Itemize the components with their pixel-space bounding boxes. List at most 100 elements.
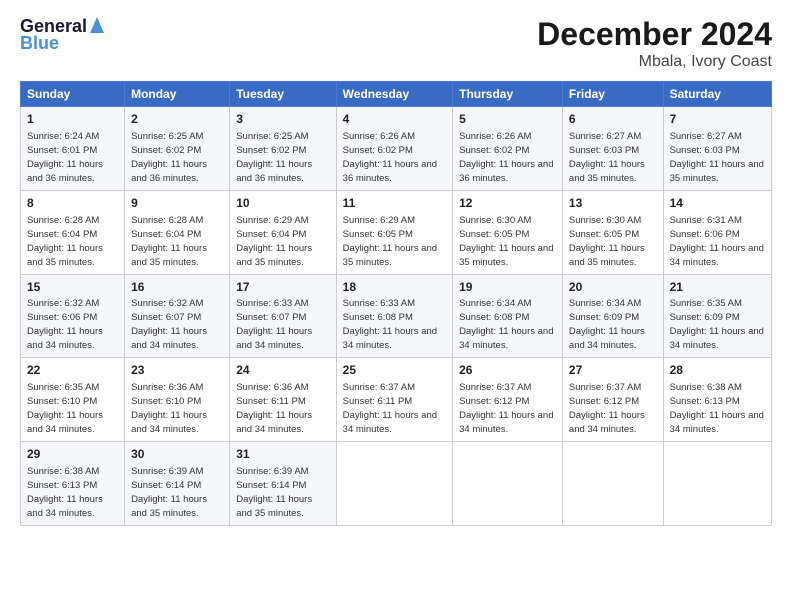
day-number: 24	[236, 362, 329, 379]
cell-content: Sunrise: 6:37 AMSunset: 6:12 PMDaylight:…	[569, 382, 645, 435]
calendar-cell: 23 Sunrise: 6:36 AMSunset: 6:10 PMDayligh…	[125, 358, 230, 442]
cell-content: Sunrise: 6:28 AMSunset: 6:04 PMDaylight:…	[131, 215, 207, 268]
col-friday: Friday	[562, 82, 663, 107]
col-sunday: Sunday	[21, 82, 125, 107]
day-number: 7	[670, 111, 765, 128]
cell-content: Sunrise: 6:25 AMSunset: 6:02 PMDaylight:…	[236, 131, 312, 184]
cell-content: Sunrise: 6:33 AMSunset: 6:07 PMDaylight:…	[236, 298, 312, 351]
calendar-cell: 20Sunrise: 6:34 AMSunset: 6:09 PMDayligh…	[562, 274, 663, 358]
day-number: 17	[236, 279, 329, 296]
calendar-cell: 31 Sunrise: 6:39 AMSunset: 6:14 PMDayligh…	[230, 442, 336, 526]
calendar-week-row: 8Sunrise: 6:28 AMSunset: 6:04 PMDaylight…	[21, 190, 772, 274]
cell-content: Sunrise: 6:31 AMSunset: 6:06 PMDaylight:…	[670, 215, 764, 268]
cell-content: Sunrise: 6:39 AMSunset: 6:14 PMDaylight:…	[131, 466, 207, 519]
calendar-cell: 22 Sunrise: 6:35 AMSunset: 6:10 PMDayligh…	[21, 358, 125, 442]
calendar-subtitle: Mbala, Ivory Coast	[537, 53, 772, 71]
calendar-cell: 10 Sunrise: 6:29 AMSunset: 6:04 PMDayligh…	[230, 190, 336, 274]
calendar-cell: 2 Sunrise: 6:25 AMSunset: 6:02 PMDaylight…	[125, 107, 230, 191]
cell-content: Sunrise: 6:36 AMSunset: 6:10 PMDaylight:…	[131, 382, 207, 435]
logo: General Blue	[20, 16, 104, 54]
cell-content: Sunrise: 6:32 AMSunset: 6:07 PMDaylight:…	[131, 298, 207, 351]
cell-content: Sunrise: 6:38 AMSunset: 6:13 PMDaylight:…	[670, 382, 764, 435]
calendar-cell: 14Sunrise: 6:31 AMSunset: 6:06 PMDayligh…	[663, 190, 771, 274]
calendar-cell: 25Sunrise: 6:37 AMSunset: 6:11 PMDayligh…	[336, 358, 452, 442]
day-number: 18	[343, 279, 446, 296]
day-number: 28	[670, 362, 765, 379]
cell-content: Sunrise: 6:35 AMSunset: 6:10 PMDaylight:…	[27, 382, 103, 435]
day-number: 15	[27, 279, 118, 296]
calendar-cell: 3 Sunrise: 6:25 AMSunset: 6:02 PMDaylight…	[230, 107, 336, 191]
cell-content: Sunrise: 6:24 AMSunset: 6:01 PMDaylight:…	[27, 131, 103, 184]
col-thursday: Thursday	[453, 82, 563, 107]
day-number: 6	[569, 111, 657, 128]
calendar-cell: 12 Sunrise: 6:30 AMSunset: 6:05 PMDayligh…	[453, 190, 563, 274]
cell-content: Sunrise: 6:26 AMSunset: 6:02 PMDaylight:…	[459, 131, 553, 184]
cell-content: Sunrise: 6:37 AMSunset: 6:12 PMDaylight:…	[459, 382, 553, 435]
day-number: 12	[459, 195, 556, 212]
logo-arrow-icon	[90, 17, 104, 38]
day-number: 11	[343, 195, 446, 212]
calendar-table: Sunday Monday Tuesday Wednesday Thursday…	[20, 81, 772, 526]
header: General Blue December 2024 Mbala, Ivory …	[20, 16, 772, 71]
cell-content: Sunrise: 6:29 AMSunset: 6:04 PMDaylight:…	[236, 215, 312, 268]
calendar-cell: 18 Sunrise: 6:33 AMSunset: 6:08 PMDayligh…	[336, 274, 452, 358]
calendar-cell: 30 Sunrise: 6:39 AMSunset: 6:14 PMDayligh…	[125, 442, 230, 526]
calendar-cell: 19Sunrise: 6:34 AMSunset: 6:08 PMDayligh…	[453, 274, 563, 358]
cell-content: Sunrise: 6:27 AMSunset: 6:03 PMDaylight:…	[670, 131, 764, 184]
cell-content: Sunrise: 6:25 AMSunset: 6:02 PMDaylight:…	[131, 131, 207, 184]
cell-content: Sunrise: 6:32 AMSunset: 6:06 PMDaylight:…	[27, 298, 103, 351]
cell-content: Sunrise: 6:34 AMSunset: 6:09 PMDaylight:…	[569, 298, 645, 351]
calendar-cell: 26Sunrise: 6:37 AMSunset: 6:12 PMDayligh…	[453, 358, 563, 442]
day-number: 31	[236, 446, 329, 463]
calendar-week-row: 1Sunrise: 6:24 AMSunset: 6:01 PMDaylight…	[21, 107, 772, 191]
day-number: 16	[131, 279, 223, 296]
cell-content: Sunrise: 6:38 AMSunset: 6:13 PMDaylight:…	[27, 466, 103, 519]
calendar-cell	[663, 442, 771, 526]
calendar-cell: 11 Sunrise: 6:29 AMSunset: 6:05 PMDayligh…	[336, 190, 452, 274]
day-number: 30	[131, 446, 223, 463]
day-number: 9	[131, 195, 223, 212]
day-number: 4	[343, 111, 446, 128]
cell-content: Sunrise: 6:36 AMSunset: 6:11 PMDaylight:…	[236, 382, 312, 435]
cell-content: Sunrise: 6:28 AMSunset: 6:04 PMDaylight:…	[27, 215, 103, 268]
day-number: 23	[131, 362, 223, 379]
day-number: 19	[459, 279, 556, 296]
col-saturday: Saturday	[663, 82, 771, 107]
cell-content: Sunrise: 6:33 AMSunset: 6:08 PMDaylight:…	[343, 298, 437, 351]
calendar-cell: 9 Sunrise: 6:28 AMSunset: 6:04 PMDaylight…	[125, 190, 230, 274]
col-monday: Monday	[125, 82, 230, 107]
page: General Blue December 2024 Mbala, Ivory …	[0, 0, 792, 612]
day-number: 22	[27, 362, 118, 379]
calendar-cell: 5Sunrise: 6:26 AMSunset: 6:02 PMDaylight…	[453, 107, 563, 191]
day-number: 2	[131, 111, 223, 128]
day-number: 3	[236, 111, 329, 128]
calendar-cell: 24 Sunrise: 6:36 AMSunset: 6:11 PMDayligh…	[230, 358, 336, 442]
day-number: 27	[569, 362, 657, 379]
col-tuesday: Tuesday	[230, 82, 336, 107]
calendar-cell: 21Sunrise: 6:35 AMSunset: 6:09 PMDayligh…	[663, 274, 771, 358]
calendar-title: December 2024	[537, 16, 772, 53]
calendar-cell	[336, 442, 452, 526]
calendar-cell	[562, 442, 663, 526]
calendar-cell: 7 Sunrise: 6:27 AMSunset: 6:03 PMDaylight…	[663, 107, 771, 191]
title-block: December 2024 Mbala, Ivory Coast	[537, 16, 772, 71]
cell-content: Sunrise: 6:30 AMSunset: 6:05 PMDaylight:…	[569, 215, 645, 268]
day-number: 29	[27, 446, 118, 463]
cell-content: Sunrise: 6:29 AMSunset: 6:05 PMDaylight:…	[343, 215, 437, 268]
cell-content: Sunrise: 6:30 AMSunset: 6:05 PMDaylight:…	[459, 215, 553, 268]
calendar-cell: 13 Sunrise: 6:30 AMSunset: 6:05 PMDayligh…	[562, 190, 663, 274]
day-number: 10	[236, 195, 329, 212]
calendar-cell: 28 Sunrise: 6:38 AMSunset: 6:13 PMDayligh…	[663, 358, 771, 442]
calendar-cell: 1Sunrise: 6:24 AMSunset: 6:01 PMDaylight…	[21, 107, 125, 191]
calendar-week-row: 15 Sunrise: 6:32 AMSunset: 6:06 PMDayligh…	[21, 274, 772, 358]
calendar-cell: 16 Sunrise: 6:32 AMSunset: 6:07 PMDayligh…	[125, 274, 230, 358]
calendar-week-row: 22 Sunrise: 6:35 AMSunset: 6:10 PMDayligh…	[21, 358, 772, 442]
calendar-week-row: 29 Sunrise: 6:38 AMSunset: 6:13 PMDayligh…	[21, 442, 772, 526]
logo-blue: Blue	[20, 33, 59, 54]
calendar-cell: 6Sunrise: 6:27 AMSunset: 6:03 PMDaylight…	[562, 107, 663, 191]
cell-content: Sunrise: 6:37 AMSunset: 6:11 PMDaylight:…	[343, 382, 437, 435]
calendar-cell	[453, 442, 563, 526]
calendar-cell: 17 Sunrise: 6:33 AMSunset: 6:07 PMDayligh…	[230, 274, 336, 358]
cell-content: Sunrise: 6:39 AMSunset: 6:14 PMDaylight:…	[236, 466, 312, 519]
day-number: 13	[569, 195, 657, 212]
